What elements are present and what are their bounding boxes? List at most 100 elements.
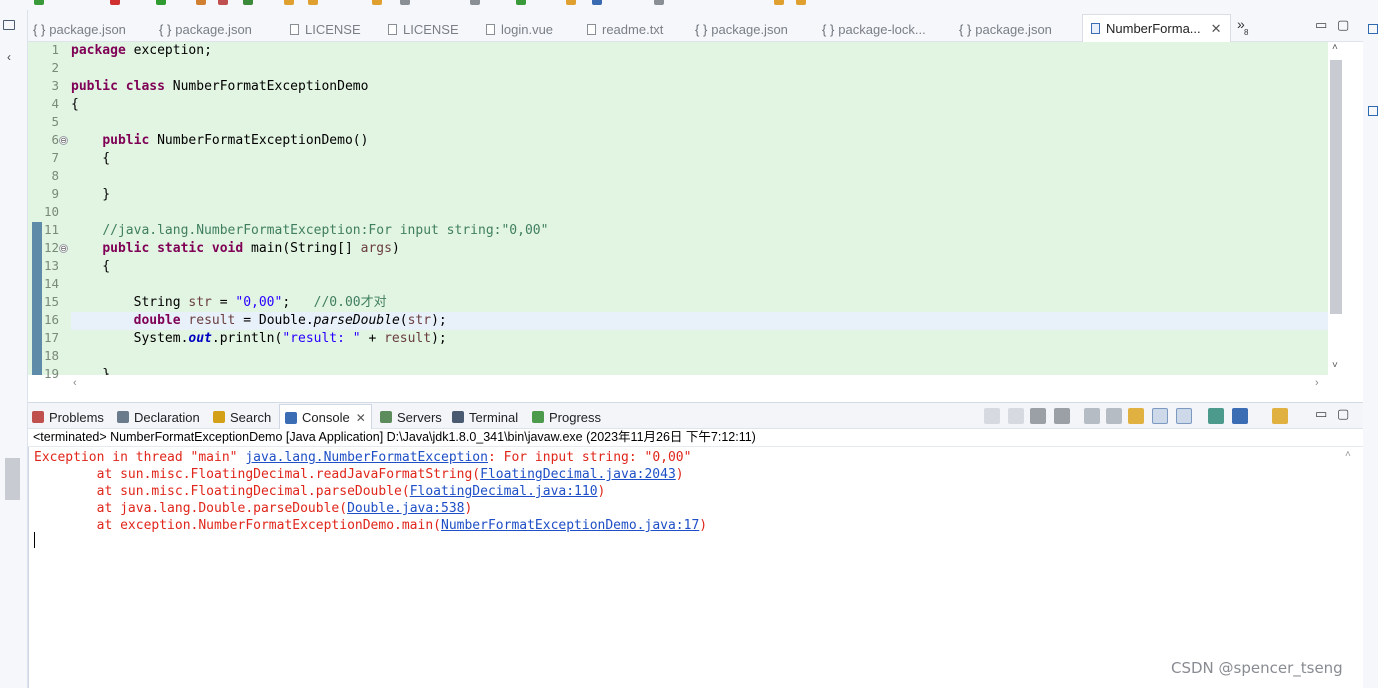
code-line[interactable]: } (71, 366, 1328, 375)
console-output[interactable]: Exception in thread "main" java.lang.Num… (28, 447, 1363, 688)
editor-vertical-scrollbar[interactable]: ˄ ˅ (1328, 42, 1345, 375)
stack-trace-link[interactable]: FloatingDecimal.java:2043 (480, 467, 676, 482)
terminate-icon[interactable] (1008, 408, 1024, 424)
forward-icon[interactable] (796, 0, 806, 5)
right-trim-bar (1363, 10, 1378, 688)
task-list-icon[interactable] (1368, 106, 1378, 116)
debug-icon[interactable] (196, 0, 206, 5)
code-line[interactable]: public NumberFormatExceptionDemo() (71, 132, 1328, 150)
tab-servers[interactable]: Servers (380, 407, 442, 427)
close-icon[interactable]: ✕ (356, 411, 366, 425)
remove-launch-icon[interactable] (1030, 408, 1046, 424)
folder-open-icon[interactable] (308, 0, 318, 5)
tab-license-2[interactable]: LICENSE (388, 18, 459, 40)
task-icon[interactable] (470, 0, 480, 5)
package-icon[interactable] (372, 0, 382, 5)
remove-all-icon[interactable] (1054, 408, 1070, 424)
line-number: 3 (51, 78, 59, 93)
minimize-icon[interactable]: ▭ (1315, 406, 1327, 422)
tab-readme-txt[interactable]: readme.txt (587, 18, 663, 40)
chevron-left-icon[interactable]: ‹ (7, 50, 11, 64)
console-text: : For input string: "0,00" (487, 450, 692, 465)
scroll-lock-icon[interactable] (1106, 408, 1122, 424)
fold-collapse-icon[interactable]: ⊖ (59, 244, 68, 253)
tab-number-format-exception-demo[interactable]: NumberForma... ✕ (1082, 14, 1231, 42)
pin-console-icon[interactable] (1208, 408, 1224, 424)
outline-view-icon[interactable] (1368, 24, 1378, 34)
scroll-up-icon[interactable]: ˄ (1345, 449, 1351, 460)
tab-progress[interactable]: Progress (532, 407, 601, 427)
tab-license-1[interactable]: LICENSE (290, 18, 361, 40)
code-line[interactable]: String str = "0,00"; //0.00才对 (71, 294, 1328, 312)
stack-trace-link[interactable]: Double.java:538 (347, 501, 464, 516)
code-line[interactable] (71, 276, 1328, 294)
maximize-icon[interactable]: ▢ (1337, 17, 1349, 33)
code-line[interactable] (71, 204, 1328, 222)
scroll-up-icon[interactable]: ˄ (1332, 42, 1338, 53)
globe-icon[interactable] (592, 0, 602, 5)
code-line[interactable]: public class NumberFormatExceptionDemo (71, 78, 1328, 96)
maximize-icon[interactable]: ▢ (1337, 406, 1349, 422)
left-scrollbar-thumb[interactable] (5, 458, 20, 500)
open-console-icon[interactable] (1272, 408, 1288, 424)
code-line[interactable] (71, 60, 1328, 78)
tab-login-vue[interactable]: login.vue (486, 18, 553, 40)
scroll-right-icon[interactable]: › (1315, 377, 1319, 389)
code-line[interactable]: } (71, 186, 1328, 204)
code-line[interactable]: public static void main(String[] args) (71, 240, 1328, 258)
close-icon[interactable]: ✕ (1211, 21, 1222, 37)
restore-view-icon[interactable] (3, 20, 15, 30)
show-on-stdout-icon[interactable] (1152, 408, 1168, 424)
tab-package-json-3[interactable]: { } package.json (695, 18, 788, 40)
folder-icon[interactable] (284, 0, 294, 5)
stack-trace-link[interactable]: FloatingDecimal.java:110 (410, 484, 598, 499)
tab-package-json-2[interactable]: { } package.json (159, 18, 252, 40)
stop-icon[interactable] (110, 0, 120, 5)
run-icon[interactable] (156, 0, 166, 5)
code-line[interactable]: double result = Double.parseDouble(str); (71, 312, 1328, 330)
tab-console[interactable]: Console ✕ (279, 404, 372, 430)
code-line[interactable]: { (71, 150, 1328, 168)
tab-package-lock-json[interactable]: { } package-lock... (822, 18, 926, 40)
refresh-icon[interactable] (243, 0, 253, 5)
line-number: 16 (43, 312, 59, 327)
tab-package-json-1[interactable]: { } package.json (33, 18, 126, 40)
reload-icon[interactable] (984, 408, 1000, 424)
tab-search[interactable]: Search (213, 407, 271, 427)
search-toolbar-icon[interactable] (566, 0, 576, 5)
screen-icon[interactable] (654, 0, 664, 5)
console-icon (285, 411, 297, 424)
scroll-down-icon[interactable]: ˅ (1332, 360, 1338, 371)
code-line[interactable]: //java.lang.NumberFormatException:For in… (71, 222, 1328, 240)
code-line[interactable]: System.out.println("result: " + result); (71, 330, 1328, 348)
stack-trace-link[interactable]: java.lang.NumberFormatException (245, 450, 488, 465)
code-line[interactable]: { (71, 96, 1328, 114)
text-file-icon (290, 23, 299, 35)
nav-icon[interactable] (400, 0, 410, 5)
minimize-icon[interactable]: ▭ (1315, 17, 1327, 33)
display-console-icon[interactable] (1232, 408, 1248, 424)
scroll-left-icon[interactable]: ‹ (73, 377, 77, 389)
back-icon[interactable] (774, 0, 784, 5)
bug-icon[interactable] (516, 0, 526, 5)
tool-icon[interactable] (218, 0, 228, 5)
code-line[interactable] (71, 348, 1328, 366)
code-line[interactable]: package exception; (71, 42, 1328, 60)
show-on-stderr-icon[interactable] (1176, 408, 1192, 424)
save-icon[interactable] (34, 0, 44, 5)
clear-console-icon[interactable] (1084, 408, 1100, 424)
editor-scroll-thumb[interactable] (1330, 60, 1342, 314)
code-text-area[interactable]: package exception; public class NumberFor… (71, 42, 1328, 375)
editor-horizontal-scrollbar[interactable]: ‹ › (71, 377, 1328, 393)
stack-trace-link[interactable]: NumberFormatExceptionDemo.java:17 (441, 518, 699, 533)
fold-collapse-icon[interactable]: ⊖ (59, 136, 68, 145)
code-line[interactable]: { (71, 258, 1328, 276)
tab-terminal[interactable]: Terminal (452, 407, 518, 427)
tab-declaration[interactable]: Declaration (117, 407, 200, 427)
code-line[interactable] (71, 168, 1328, 186)
word-wrap-icon[interactable] (1128, 408, 1144, 424)
code-editor[interactable]: 1 2 3 4 5 6 7 8 9 10 11 12 13 14 15 16 17 18 19 ⊖ ⊖ packag… (28, 42, 1363, 396)
code-line[interactable] (71, 114, 1328, 132)
tab-package-json-4[interactable]: { } package.json (959, 18, 1052, 40)
tab-problems[interactable]: Problems (32, 407, 104, 427)
